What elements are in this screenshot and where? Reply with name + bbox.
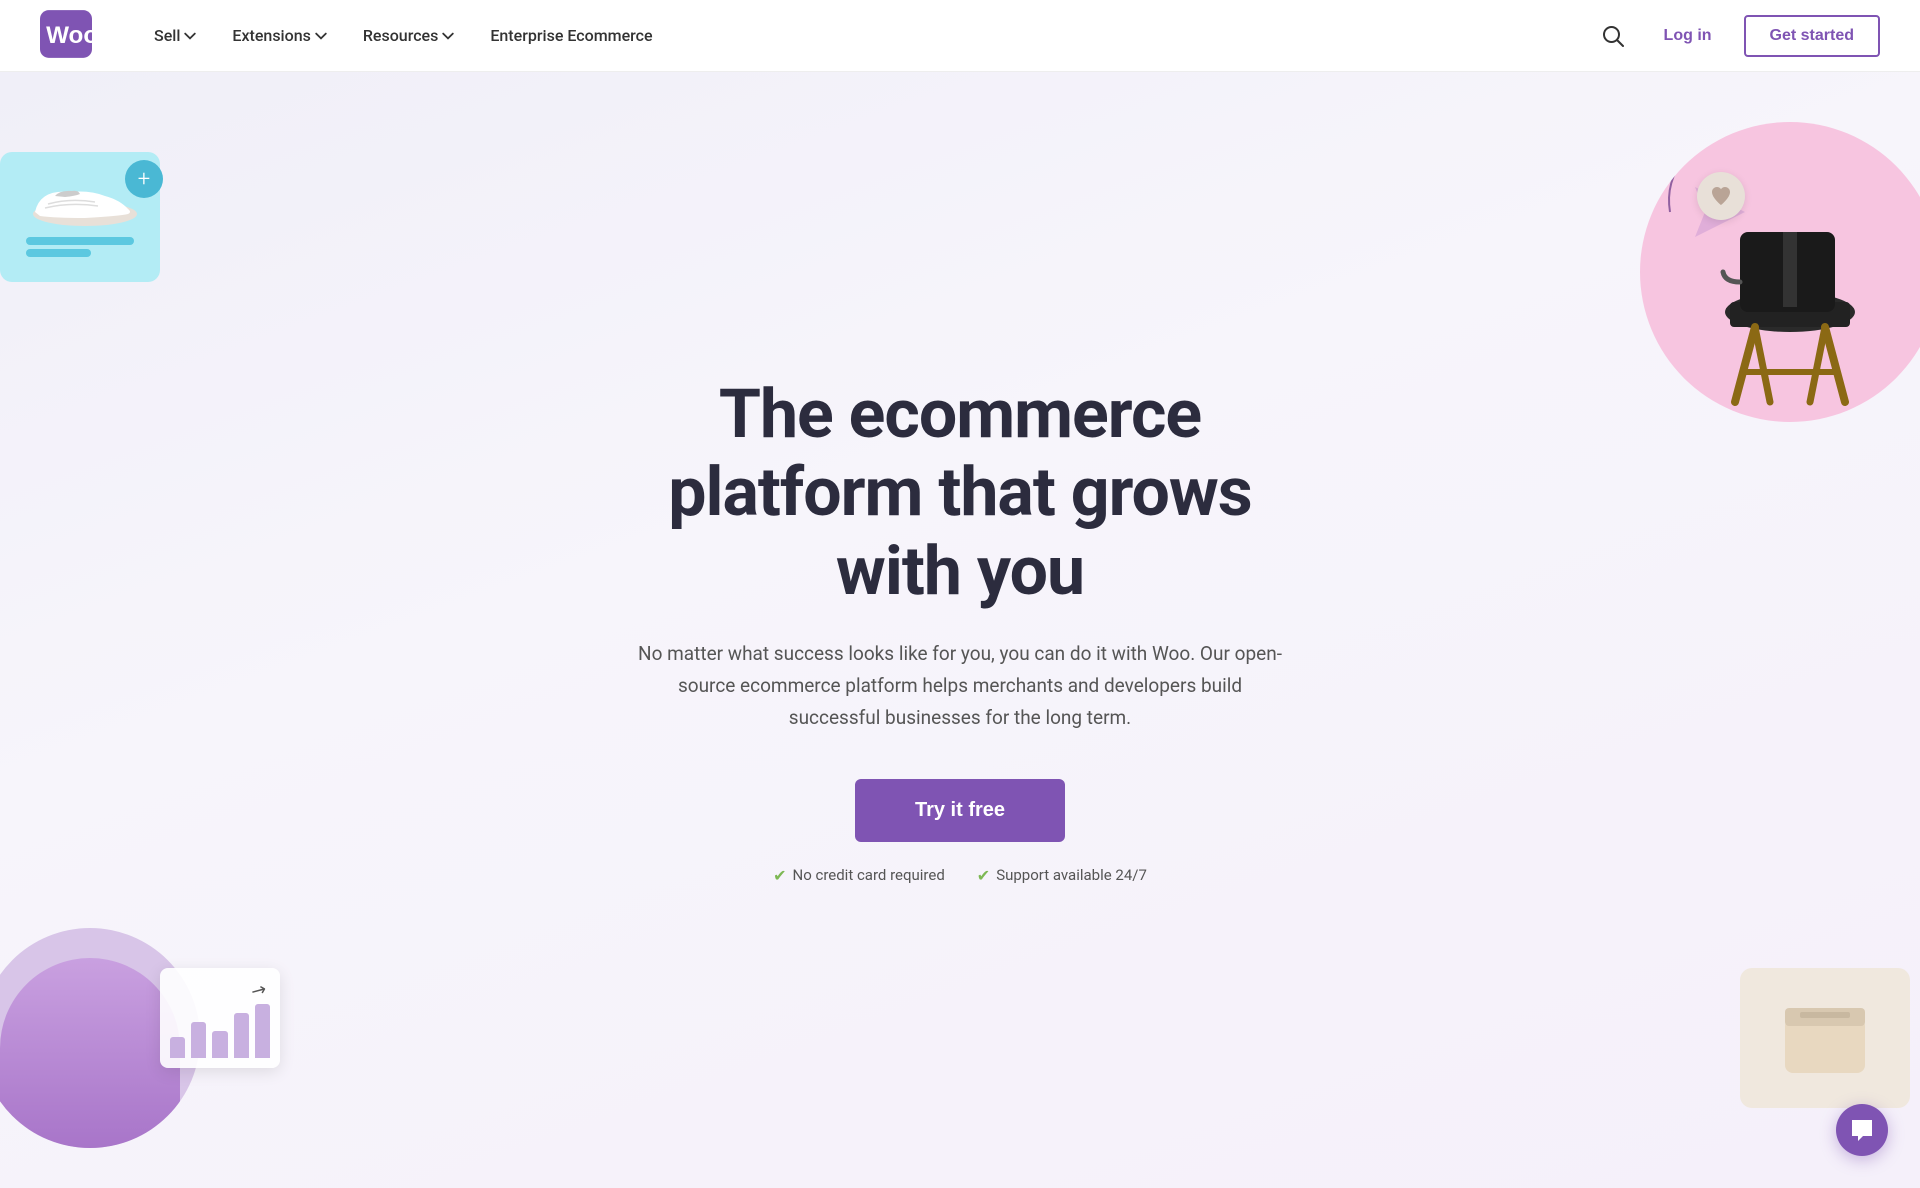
nav-links: Sell Extensions Resources Enterprise Eco… (140, 18, 1594, 53)
product-image (1775, 998, 1875, 1078)
check-icon: ✔ (773, 866, 786, 885)
search-icon (1602, 25, 1624, 47)
trust-badges: ✔ No credit card required ✔ Support avai… (630, 866, 1290, 885)
chart-card: ↗ (160, 968, 280, 1068)
chevron-down-icon (442, 30, 454, 42)
chevron-down-icon (315, 30, 327, 42)
cta-container: Try it free (630, 779, 1290, 866)
get-started-button[interactable]: Get started (1744, 15, 1880, 57)
sneaker-card-lines (26, 237, 135, 261)
chair-image (1705, 202, 1875, 422)
check-icon: ✔ (977, 866, 990, 885)
woman-figure (0, 958, 180, 1148)
deco-right (1640, 72, 1920, 1188)
chart-bar (234, 1013, 249, 1058)
hero-content: The ecommerce platform that grows with y… (630, 375, 1290, 884)
nav-item-enterprise[interactable]: Enterprise Ecommerce (476, 18, 666, 53)
chat-icon (1849, 1117, 1875, 1143)
sneaker-image (20, 174, 140, 229)
chart-bar (212, 1031, 227, 1058)
logo[interactable]: Woo (40, 8, 92, 64)
chevron-down-icon (184, 30, 196, 42)
deco-left: + ↗ (0, 72, 260, 1188)
chart-bar (191, 1022, 206, 1058)
plus-circle: + (125, 160, 163, 198)
nav-item-resources[interactable]: Resources (349, 18, 469, 53)
hero-subtitle: No matter what success looks like for yo… (630, 638, 1290, 735)
chart-bar (170, 1037, 185, 1058)
hero-title: The ecommerce platform that grows with y… (630, 375, 1290, 610)
heart-icon (1709, 184, 1733, 208)
hero-section: + ↗ (0, 72, 1920, 1188)
product-card (1740, 968, 1910, 1108)
main-nav: Woo Sell Extensions Resources Enterprise… (0, 0, 1920, 72)
nav-item-extensions[interactable]: Extensions (218, 18, 340, 53)
try-it-free-button[interactable]: Try it free (855, 779, 1065, 842)
search-button[interactable] (1594, 17, 1632, 55)
heart-circle (1697, 172, 1745, 220)
nav-actions: Log in Get started (1594, 15, 1880, 57)
nav-item-sell[interactable]: Sell (140, 18, 210, 53)
chat-button[interactable] (1836, 1104, 1888, 1156)
trust-badge-support: ✔ Support available 24/7 (977, 866, 1147, 885)
pink-circle (1640, 122, 1920, 422)
trust-badge-credit: ✔ No credit card required (773, 866, 945, 885)
login-button[interactable]: Log in (1652, 19, 1724, 53)
chart-bar (255, 1004, 270, 1058)
chart-bars (170, 998, 270, 1058)
svg-text:Woo: Woo (46, 22, 92, 49)
